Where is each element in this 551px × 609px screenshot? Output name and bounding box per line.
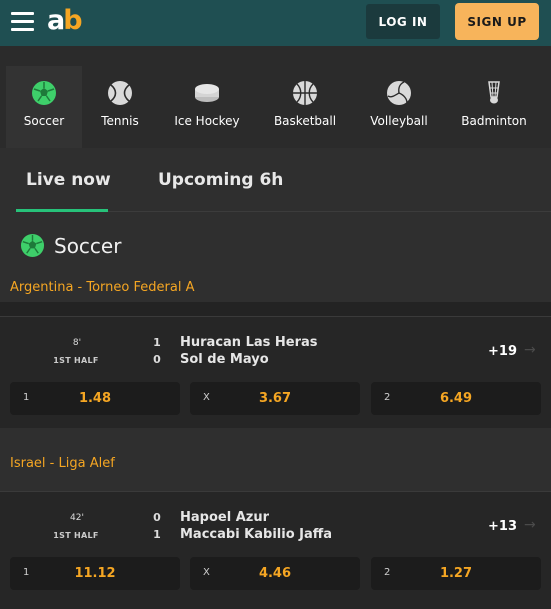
soccer-ball-icon bbox=[32, 81, 56, 105]
event-tabs: Live now Upcoming 6h bbox=[0, 148, 551, 212]
away-team: Sol de Mayo bbox=[180, 352, 269, 367]
odds-button-draw[interactable]: X 3.67 bbox=[190, 382, 360, 415]
league-title[interactable]: Argentina - Torneo Federal A bbox=[10, 280, 194, 295]
sport-label: Basketball bbox=[273, 114, 337, 128]
arrow-right-icon[interactable]: → bbox=[524, 342, 536, 358]
away-team: Maccabi Kabilio Jaffa bbox=[180, 527, 333, 542]
home-score: 1 bbox=[153, 336, 161, 349]
away-score: 0 bbox=[153, 353, 161, 366]
match-phase: 1ST HALF bbox=[53, 531, 99, 540]
odds-value: 4.46 bbox=[258, 566, 292, 581]
odds-button-home[interactable]: 1 11.12 bbox=[10, 557, 180, 590]
home-team: Huracan Las Heras bbox=[180, 335, 318, 350]
sport-label: Ice Hockey bbox=[174, 114, 240, 128]
league-header: Israel - Liga Alef bbox=[0, 428, 551, 491]
tennis-ball-icon bbox=[108, 81, 132, 105]
odds-value: 1.48 bbox=[78, 391, 112, 406]
sport-label: Soccer bbox=[23, 114, 65, 128]
sport-label: Badminton bbox=[461, 114, 527, 128]
basketball-icon bbox=[293, 81, 317, 105]
odds-value: 6.49 bbox=[439, 391, 473, 406]
more-markets-link[interactable]: +19 bbox=[488, 344, 517, 359]
brand-logo[interactable]: ab bbox=[47, 5, 83, 36]
sport-item-basketball[interactable]: Basketball bbox=[270, 66, 340, 148]
odds-button-away[interactable]: 2 6.49 bbox=[371, 382, 541, 415]
hockey-puck-icon bbox=[195, 84, 219, 102]
sport-item-volleyball[interactable]: Volleyball bbox=[364, 66, 434, 148]
sport-label: Volleyball bbox=[370, 114, 428, 128]
top-header: ab LOG IN SIGN UP bbox=[0, 0, 551, 46]
logo-letter-b: b bbox=[63, 5, 82, 36]
home-team: Hapoel Azur bbox=[180, 510, 269, 525]
match-phase: 1ST HALF bbox=[53, 356, 99, 365]
menu-icon[interactable] bbox=[11, 12, 34, 32]
away-score: 1 bbox=[153, 528, 161, 541]
odds-value: 1.27 bbox=[439, 566, 473, 581]
match-card[interactable]: 8' 1ST HALF 1 0 Huracan Las Heras Sol de… bbox=[0, 316, 551, 428]
home-score: 0 bbox=[153, 511, 161, 524]
tab-live-now[interactable]: Live now bbox=[26, 170, 111, 190]
sport-label: Tennis bbox=[101, 114, 139, 128]
match-clock: 8' bbox=[72, 338, 82, 348]
volleyball-icon bbox=[387, 81, 411, 105]
arrow-right-icon[interactable]: → bbox=[524, 517, 536, 533]
section-title: Soccer bbox=[54, 234, 122, 258]
match-clock: 42' bbox=[70, 513, 84, 523]
sport-item-tennis[interactable]: Tennis bbox=[88, 66, 152, 148]
sport-item-ice-hockey[interactable]: Ice Hockey bbox=[170, 66, 244, 148]
sport-section-header: Soccer Argentina - Torneo Federal A bbox=[0, 212, 551, 302]
login-button[interactable]: LOG IN bbox=[366, 4, 440, 39]
signup-button[interactable]: SIGN UP bbox=[455, 3, 539, 40]
sports-nav: Soccer Tennis Ice Hockey Basketball Voll… bbox=[0, 46, 551, 148]
odds-button-draw[interactable]: X 4.46 bbox=[190, 557, 360, 590]
logo-letter-a: a bbox=[47, 5, 65, 36]
tab-upcoming[interactable]: Upcoming 6h bbox=[158, 170, 283, 190]
odds-value: 3.67 bbox=[258, 391, 292, 406]
odds-value: 11.12 bbox=[74, 566, 116, 581]
sport-item-soccer[interactable]: Soccer bbox=[6, 66, 82, 148]
more-markets-link[interactable]: +13 bbox=[488, 519, 517, 534]
odds-button-away[interactable]: 2 1.27 bbox=[371, 557, 541, 590]
odds-button-home[interactable]: 1 1.48 bbox=[10, 382, 180, 415]
league-title[interactable]: Israel - Liga Alef bbox=[10, 456, 115, 471]
match-card[interactable]: 42' 1ST HALF 0 1 Hapoel Azur Maccabi Kab… bbox=[0, 491, 551, 609]
sport-item-badminton[interactable]: Badminton bbox=[458, 66, 530, 148]
shuttlecock-icon bbox=[488, 81, 500, 104]
soccer-ball-icon bbox=[20, 233, 45, 258]
